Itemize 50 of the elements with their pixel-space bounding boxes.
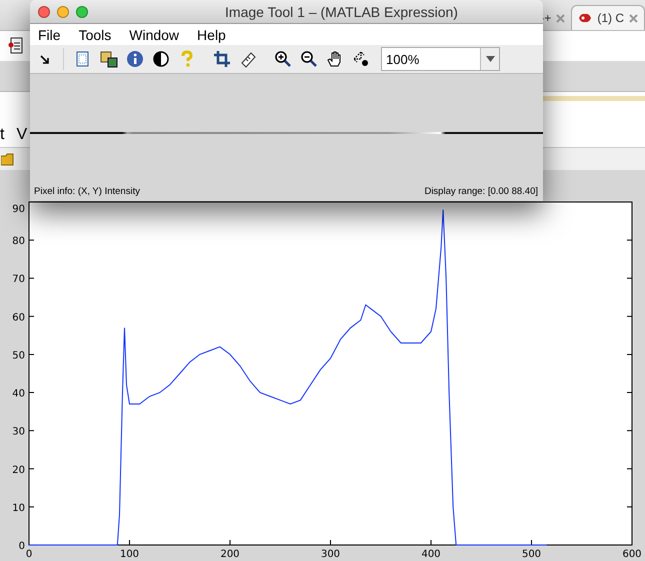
y-tick-label: 40	[12, 388, 25, 400]
x-tick-label: 500	[522, 549, 542, 560]
zoom-in-icon	[274, 50, 292, 68]
y-tick-label: 80	[12, 236, 25, 248]
y-tick-label: 90	[12, 204, 25, 215]
arrow-icon	[40, 54, 49, 64]
menu-item[interactable]: File	[38, 26, 71, 42]
close-button[interactable]	[38, 6, 50, 18]
x-tick-label: 600	[622, 549, 642, 560]
window-title: Image Tool 1 – (MATLAB Expression)	[224, 4, 459, 20]
minimize-button[interactable]	[57, 6, 69, 18]
zoom-button[interactable]	[76, 6, 88, 18]
folder-icon	[1, 152, 15, 166]
document-icon	[8, 37, 24, 55]
y-tick-label: 0	[18, 541, 25, 552]
y-tick-label: 70	[12, 274, 25, 286]
menu-item[interactable]: V	[16, 126, 28, 144]
y-tick-label: 30	[12, 426, 25, 438]
browser-tab[interactable]: (1) C	[571, 5, 645, 30]
ruler-icon	[238, 50, 256, 68]
info-button[interactable]	[124, 48, 145, 70]
x-tick-label: 400	[421, 549, 441, 560]
info-icon	[126, 50, 144, 68]
display-range-text: Display range: [0.00 88.40]	[424, 186, 538, 196]
menu-item[interactable]: Window	[129, 26, 190, 42]
close-icon	[556, 14, 566, 22]
page-icon	[74, 50, 92, 68]
menu-item[interactable]: Help	[197, 26, 236, 42]
image-info-icon	[100, 50, 118, 68]
zoom-out-icon	[300, 50, 318, 68]
pixel-info-text: Pixel info: (X, Y) Intensity	[34, 186, 140, 196]
menu-item[interactable]: Tools	[78, 26, 122, 42]
hand-icon	[326, 50, 344, 68]
y-tick-label: 50	[12, 350, 25, 362]
crop-icon	[212, 50, 230, 68]
x-tick-label: 100	[120, 549, 140, 560]
x-tick-label: 0	[26, 549, 32, 560]
zoom-combo[interactable]: 100%	[381, 47, 500, 71]
close-icon	[629, 14, 638, 22]
y-tick-label: 20	[12, 464, 25, 476]
x-tick-label: 300	[320, 549, 340, 560]
y-tick-label: 10	[12, 502, 25, 514]
contrast-icon	[152, 50, 170, 68]
x-tick-label: 200	[220, 549, 240, 560]
crop-button[interactable]	[211, 48, 232, 70]
pan-icon	[352, 50, 370, 68]
dropdown-arrow-icon	[486, 56, 494, 62]
menu-item[interactable]: t	[0, 126, 4, 144]
y-tick-label: 60	[12, 312, 25, 324]
tab-icon	[578, 12, 592, 24]
